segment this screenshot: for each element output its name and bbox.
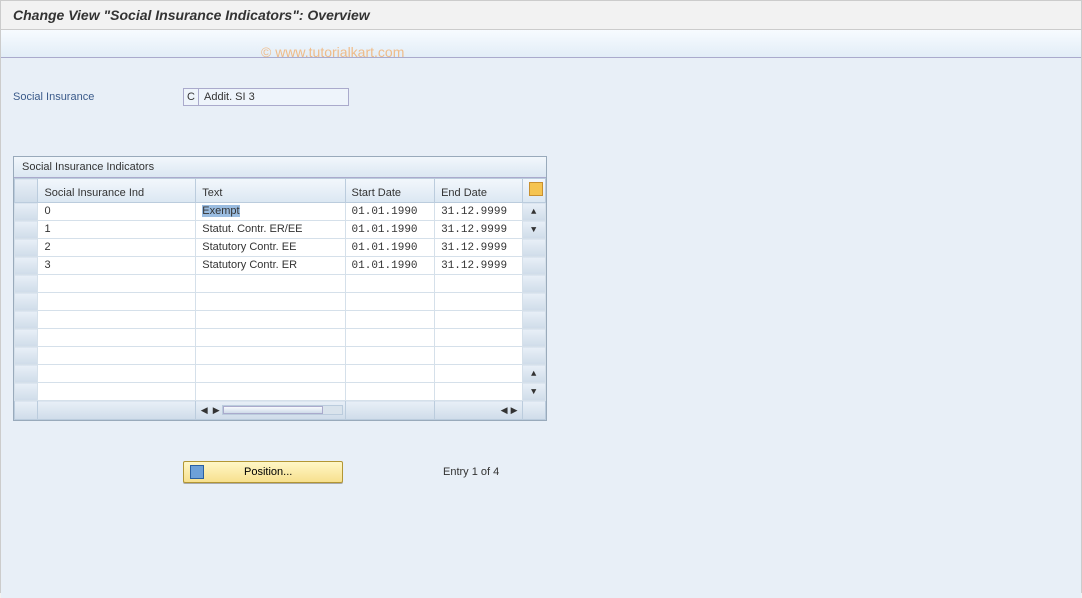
table-row-empty[interactable] [15, 293, 546, 311]
h-scroll-wrap [38, 401, 196, 420]
table-row-empty[interactable] [15, 311, 546, 329]
cell-text[interactable]: Statutory Contr. ER [196, 257, 345, 275]
cell-end[interactable]: 31.12.9999 [435, 221, 522, 239]
social-insurance-label: Social Insurance [13, 91, 183, 103]
horizontal-scrollbar[interactable]: ◀ ▶ [196, 401, 344, 419]
cell-ind[interactable]: 1 [38, 221, 196, 239]
position-button-label: Position... [244, 466, 292, 478]
row-selector[interactable] [15, 239, 38, 257]
select-all-header[interactable] [15, 179, 38, 203]
cell-end[interactable]: 31.12.9999 [435, 257, 522, 275]
table-container: Social Insurance Indicators Social Insur… [13, 156, 547, 421]
scroll-track [522, 257, 546, 275]
col-header-text[interactable]: Text [196, 179, 345, 203]
horizontal-scrollbar-row: ◀ ▶ ◀ ▶ [15, 401, 546, 420]
content-area: © www.tutorialkart.com Social Insurance … [1, 58, 1081, 598]
row-selector[interactable] [15, 221, 38, 239]
entry-counter: Entry 1 of 4 [443, 466, 499, 478]
cell-start[interactable]: 01.01.1990 [345, 203, 435, 221]
col-header-end[interactable]: End Date [435, 179, 522, 203]
configure-columns-button[interactable] [522, 179, 546, 203]
table-row-empty[interactable]: ▼ [15, 383, 546, 401]
toolbar-strip [1, 30, 1081, 58]
cell-text[interactable]: Statut. Contr. ER/EE [196, 221, 345, 239]
arrow-down-icon: ▼ [531, 387, 536, 397]
col-header-ind[interactable]: Social Insurance Ind [38, 179, 196, 203]
scroll-track-horizontal[interactable] [222, 405, 342, 415]
table-row-empty[interactable]: ▲ [15, 365, 546, 383]
cell-start[interactable]: 01.01.1990 [345, 221, 435, 239]
cell-ind[interactable]: 2 [38, 239, 196, 257]
table-row[interactable]: 2 Statutory Contr. EE 01.01.1990 31.12.9… [15, 239, 546, 257]
scroll-right-button[interactable]: ▶ [511, 405, 518, 415]
position-button[interactable]: Position... [183, 461, 343, 483]
table-header-row: Social Insurance Ind Text Start Date End… [15, 179, 546, 203]
row-selector[interactable] [15, 257, 38, 275]
arrow-up-icon: ▲ [531, 369, 536, 379]
table-row[interactable]: 1 Statut. Contr. ER/EE 01.01.1990 31.12.… [15, 221, 546, 239]
cell-end[interactable]: 31.12.9999 [435, 239, 522, 257]
table-row[interactable]: 3 Statutory Contr. ER 01.01.1990 31.12.9… [15, 257, 546, 275]
cell-ind[interactable]: 3 [38, 257, 196, 275]
table-caption: Social Insurance Indicators [14, 157, 546, 178]
arrow-up-icon: ▲ [531, 207, 536, 217]
cell-end[interactable]: 31.12.9999 [435, 203, 522, 221]
scroll-left-end-button[interactable]: ◀ [501, 405, 508, 415]
data-grid: Social Insurance Ind Text Start Date End… [14, 178, 546, 420]
social-insurance-text-input[interactable] [199, 88, 349, 106]
scroll-right-inner-button[interactable]: ▶ [210, 405, 222, 416]
cell-text[interactable]: Statutory Contr. EE [196, 239, 345, 257]
table-row-empty[interactable] [15, 275, 546, 293]
cell-ind[interactable]: 0 [38, 203, 196, 221]
scroll-up-button[interactable]: ▲ [522, 203, 546, 221]
table-row-empty[interactable] [15, 347, 546, 365]
footer-bar: Position... Entry 1 of 4 [13, 461, 1069, 483]
scroll-up-bottom[interactable]: ▲ [522, 365, 546, 383]
page-title: Change View "Social Insurance Indicators… [1, 1, 1081, 30]
scroll-down-button[interactable]: ▼ [522, 383, 546, 401]
scroll-track[interactable]: ▼ [522, 221, 546, 239]
scroll-track [522, 239, 546, 257]
arrow-down-icon: ▼ [531, 225, 536, 235]
table-settings-icon [529, 182, 543, 196]
selected-cell-text: Exempt [202, 205, 239, 217]
table-row-empty[interactable] [15, 329, 546, 347]
table-row[interactable]: 0 Exempt 01.01.1990 31.12.9999 ▲ [15, 203, 546, 221]
col-header-start[interactable]: Start Date [345, 179, 435, 203]
scroll-thumb-horizontal[interactable] [223, 406, 323, 414]
row-selector[interactable] [15, 203, 38, 221]
scroll-left-button[interactable]: ◀ [198, 405, 210, 416]
cell-start[interactable]: 01.01.1990 [345, 239, 435, 257]
position-icon [190, 465, 204, 479]
cell-start[interactable]: 01.01.1990 [345, 257, 435, 275]
header-field-row: Social Insurance [13, 88, 1069, 106]
social-insurance-code-input[interactable] [183, 88, 199, 106]
cell-text[interactable]: Exempt [196, 203, 345, 221]
